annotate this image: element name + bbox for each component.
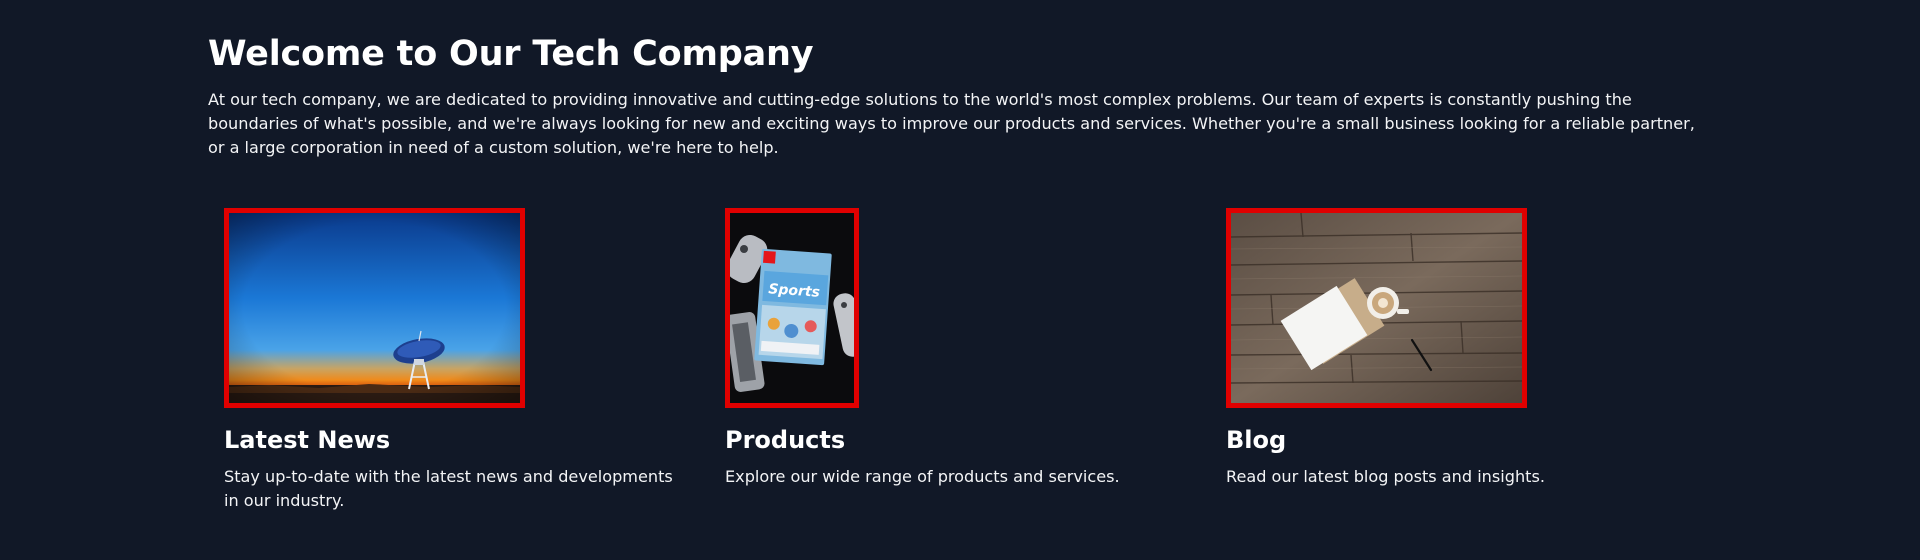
card-products: Sports Products Explore our wide range o… [725,208,1205,486]
card-description: Read our latest blog posts and insights. [1226,467,1545,486]
card-blog: Blog Read our latest blog posts and insi… [1226,208,1706,486]
intro-paragraph: At our tech company, we are dedicated to… [208,90,1695,157]
card-title: Latest News [224,426,391,454]
page-title: Welcome to Our Tech Company [208,34,814,74]
card-latest-news: Latest News Stay up-to-date with the lat… [224,208,704,510]
radio-telescope-image [229,213,520,403]
products-image: Sports [725,208,859,408]
game-case: Sports [754,248,832,366]
card-title: Blog [1226,426,1287,454]
blog-image [1226,208,1527,408]
card-description: Explore our wide range of products and s… [725,467,1120,486]
latest-news-image [224,208,525,408]
card-title: Products [725,426,846,454]
desk-image [1231,213,1522,403]
card-description: Stay up-to-date with the latest news and… [224,467,673,510]
game-box-image: Sports [730,213,854,403]
